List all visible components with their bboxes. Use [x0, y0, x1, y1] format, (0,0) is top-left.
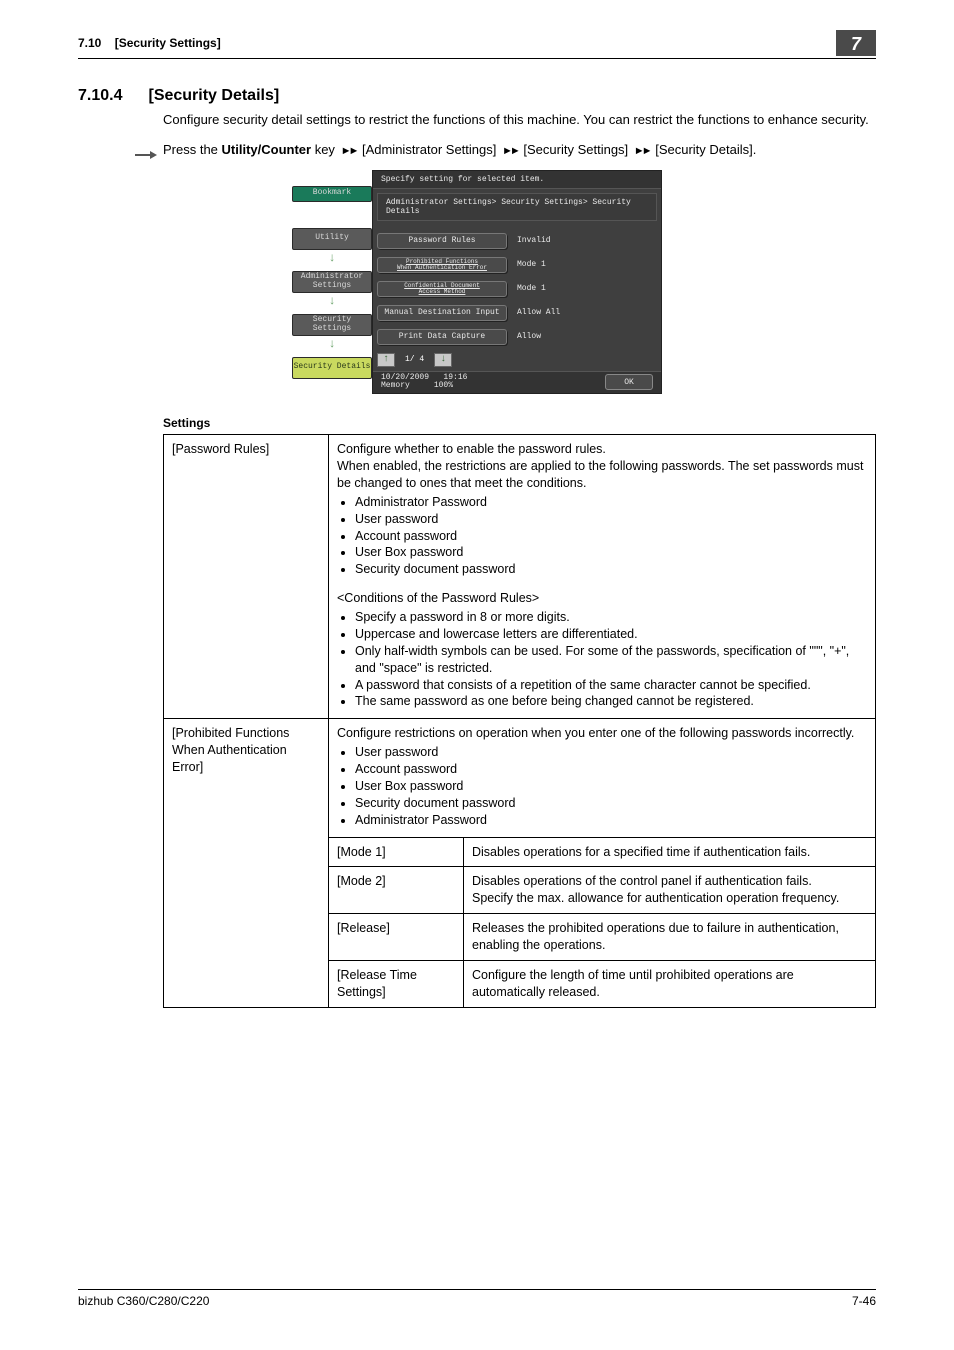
manual-destination-button[interactable]: Manual Destination Input — [377, 305, 507, 321]
confidential-doc-value: Mode 1 — [513, 284, 583, 293]
mode-desc: Configure the length of time until prohi… — [464, 960, 876, 1007]
header-breadcrumb: 7.10 [Security Settings] — [78, 36, 221, 50]
mode-name: [Mode 2] — [329, 867, 464, 914]
arrow-down-icon: ↓ — [292, 294, 372, 308]
setting-description: Configure whether to enable the password… — [329, 435, 876, 719]
print-data-capture-button[interactable]: Print Data Capture — [377, 329, 507, 345]
header-section-num: 7.10 — [78, 36, 101, 50]
panel-status: 10/20/2009 19:16 Memory 100% — [381, 374, 467, 392]
navigation-path: Press the Utility/Counter key ►► [Admini… — [163, 141, 876, 159]
footer-page: 7-46 — [852, 1294, 876, 1308]
mode-name: [Release] — [329, 914, 464, 961]
sidebar-item-utility[interactable]: Utility — [292, 228, 372, 250]
panel-sidebar: Bookmark Utility ↓ Administrator Setting… — [292, 170, 372, 395]
mode-name: [Release Time Settings] — [329, 960, 464, 1007]
sidebar-item-security-details[interactable]: Security Details — [292, 357, 372, 379]
panel-main: Specify setting for selected item. Admin… — [372, 170, 662, 395]
password-rules-value: Invalid — [513, 236, 583, 245]
section-number: 7.10.4 — [78, 87, 122, 105]
page-indicator: 1/ 4 — [399, 355, 430, 364]
setting-description: Configure restrictions on operation when… — [329, 719, 876, 837]
page-header: 7.10 [Security Settings] 7 — [78, 36, 876, 59]
setting-name: [Prohibited Functions When Authenticatio… — [164, 719, 329, 1007]
confidential-doc-button[interactable]: Confidential DocumentAccess Method — [377, 281, 507, 297]
intro-text: Configure security detail settings to re… — [163, 111, 876, 129]
arrow-right-icon — [135, 146, 157, 154]
embedded-screenshot: Bookmark Utility ↓ Administrator Setting… — [78, 170, 876, 395]
panel-breadcrumb: Administrator Settings> Security Setting… — [377, 193, 657, 221]
page-up-button[interactable]: ↑ — [377, 353, 395, 367]
arrow-down-icon: ↓ — [292, 251, 372, 265]
section-heading: 7.10.4 [Security Details] — [78, 87, 876, 105]
setting-name: [Password Rules] — [164, 435, 329, 719]
section-title: [Security Details] — [148, 87, 279, 105]
chapter-number-tab: 7 — [836, 30, 876, 56]
footer-model: bizhub C360/C280/C220 — [78, 1294, 209, 1308]
ok-button[interactable]: OK — [605, 374, 653, 390]
settings-heading: Settings — [163, 416, 876, 430]
page-down-button[interactable]: ↓ — [434, 353, 452, 367]
mode-desc: Releases the prohibited operations due t… — [464, 914, 876, 961]
settings-table: [Password Rules] Configure whether to en… — [163, 434, 876, 1008]
mode-desc: Disables operations for a specified time… — [464, 837, 876, 867]
manual-destination-value: Allow All — [513, 308, 583, 317]
mode-name: [Mode 1] — [329, 837, 464, 867]
arrow-down-icon: ↓ — [292, 337, 372, 351]
page-footer: bizhub C360/C280/C220 7-46 — [78, 1289, 876, 1308]
nav-text: Press the Utility/Counter key ►► [Admini… — [163, 141, 756, 159]
password-rules-button[interactable]: Password Rules — [377, 233, 507, 249]
panel-title: Specify setting for selected item. — [373, 171, 661, 189]
header-section-title: [Security Settings] — [115, 36, 221, 50]
mode-desc: Disables operations of the control panel… — [464, 867, 876, 914]
print-data-capture-value: Allow — [513, 332, 583, 341]
bookmark-button[interactable]: Bookmark — [292, 186, 372, 202]
prohibited-functions-button[interactable]: Prohibited FunctionsWhen Authentication … — [377, 257, 507, 273]
prohibited-functions-value: Mode 1 — [513, 260, 583, 269]
sidebar-item-security-settings[interactable]: Security Settings — [292, 314, 372, 336]
sidebar-item-admin-settings[interactable]: Administrator Settings — [292, 271, 372, 293]
